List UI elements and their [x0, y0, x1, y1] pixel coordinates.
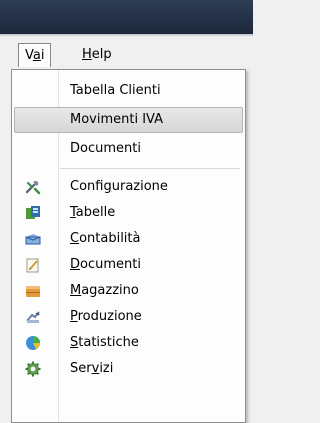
- services-icon: [25, 361, 41, 377]
- menu-vai-label-pre: V: [25, 48, 33, 63]
- menu-item-label: Movimenti IVA: [70, 112, 164, 127]
- menu-item-label: Documenti: [70, 141, 141, 156]
- menu-item-contabilita[interactable]: Contabilità: [14, 226, 243, 252]
- documents-icon: [25, 257, 41, 273]
- production-icon: [25, 309, 41, 325]
- accounting-icon: [25, 231, 41, 247]
- menu-separator: [60, 168, 240, 169]
- menu-item-configurazione[interactable]: Configurazione: [14, 174, 243, 200]
- menu-item-statistiche[interactable]: Statistiche: [14, 330, 243, 356]
- menu-help[interactable]: Help: [76, 43, 118, 67]
- menu-item-label: Documenti: [70, 257, 141, 272]
- menu-item-label: Magazzino: [70, 283, 139, 298]
- window-titlebar: [0, 0, 253, 34]
- menu-vai-accesskey: a: [32, 48, 41, 63]
- menu-item-magazzino[interactable]: Magazzino: [14, 278, 243, 304]
- menu-vai-label-post: i: [40, 48, 45, 63]
- menu-item-label: Contabilità: [70, 231, 141, 246]
- menu-help-label-post: elp: [91, 47, 112, 62]
- menu-help-accesskey: H: [82, 47, 92, 62]
- menu-item-label: Statistiche: [70, 335, 139, 350]
- menu-item-label: Tabella Clienti: [70, 83, 161, 98]
- vai-dropdown-menu: Tabella Clienti Movimenti IVA Documenti …: [11, 69, 246, 423]
- menu-bar: Vai Help: [0, 37, 253, 71]
- menu-item-label: Produzione: [70, 309, 142, 324]
- statistics-icon: [25, 335, 41, 351]
- menu-item-documenti[interactable]: Documenti: [14, 252, 243, 278]
- menu-item-tabella-clienti[interactable]: Tabella Clienti: [14, 78, 243, 104]
- menu-item-tabelle[interactable]: Tabelle: [14, 200, 243, 226]
- menu-item-label: Servizi: [70, 361, 114, 376]
- tables-icon: [25, 205, 41, 221]
- tools-icon: [25, 179, 41, 195]
- menu-item-documenti-quick[interactable]: Documenti: [14, 136, 243, 162]
- menu-item-produzione[interactable]: Produzione: [14, 304, 243, 330]
- menu-vai[interactable]: Vai: [18, 43, 52, 67]
- menu-item-label: Tabelle: [70, 205, 116, 220]
- warehouse-icon: [25, 283, 41, 299]
- menu-item-movimenti-iva[interactable]: Movimenti IVA: [14, 107, 243, 133]
- menu-item-label: Configurazione: [70, 179, 168, 194]
- menu-item-servizi[interactable]: Servizi: [14, 356, 243, 382]
